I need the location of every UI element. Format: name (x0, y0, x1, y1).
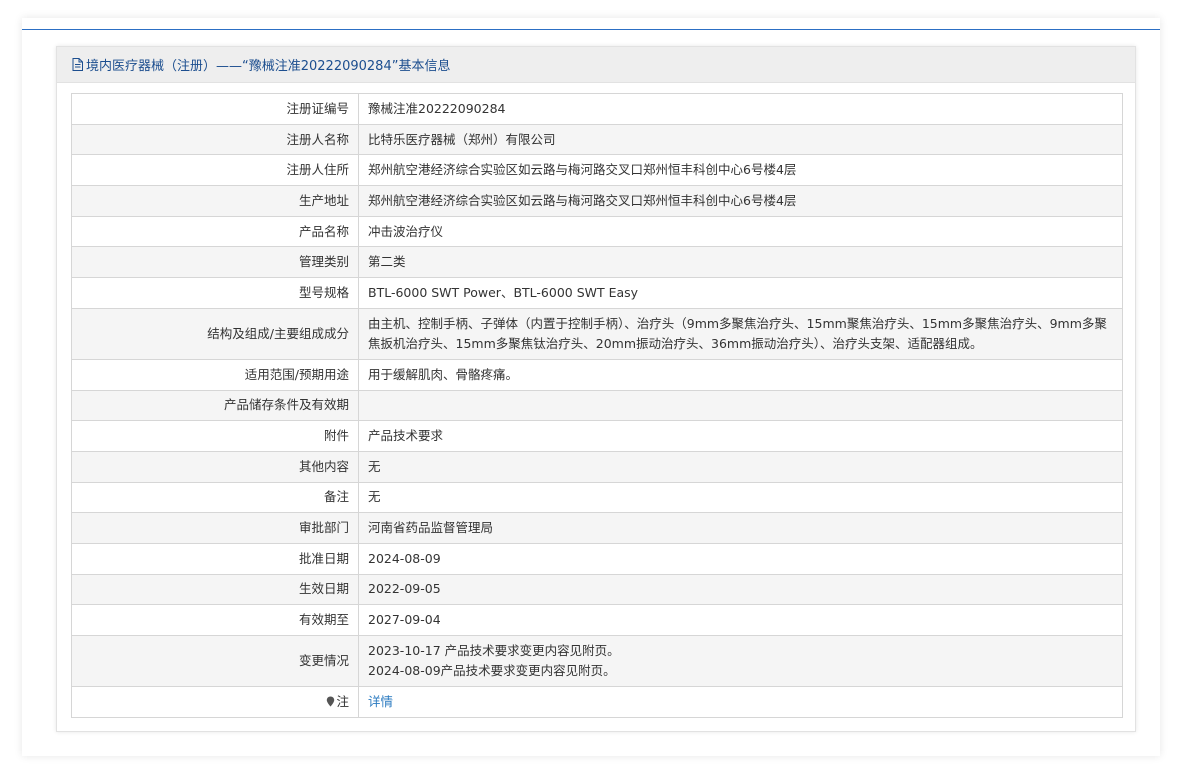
table-row: 有效期至 2027-09-04 (71, 604, 1123, 636)
table-row: 注册证编号 豫械注准20222090284 (71, 93, 1123, 125)
table-row: 批准日期 2024-08-09 (71, 542, 1123, 575)
table-row: 注册人名称 比特乐医疗器械（郑州）有限公司 (71, 123, 1123, 156)
table-row: 备注无 (71, 481, 1123, 514)
pin-icon (326, 693, 335, 707)
table-row: 注册人住所 郑州航空港经济综合实验区如云路与梅河路交叉口郑州恒丰科创中心6号楼4层 (71, 154, 1123, 187)
row-value (358, 389, 1123, 422)
row-value: 2023-10-17 产品技术要求变更内容见附页。 2024-08-09产品技术… (358, 635, 1123, 687)
table-row: 其他内容无 (71, 450, 1123, 483)
table-row: 生产地址 郑州航空港经济综合实验区如云路与梅河路交叉口郑州恒丰科创中心6号楼4层 (71, 185, 1123, 217)
row-value: 无 (358, 450, 1123, 483)
row-value: 第二类 (358, 246, 1123, 279)
row-label: 生效日期 (71, 573, 359, 606)
row-value: 2024-08-09 (358, 542, 1123, 575)
row-value: 河南省药品监督管理局 (358, 512, 1123, 544)
row-value: 产品技术要求 (358, 420, 1123, 452)
details-link[interactable]: 详情 (368, 694, 393, 709)
row-label: 注册人住所 (71, 154, 359, 187)
table-row: 附件 产品技术要求 (71, 420, 1123, 452)
row-label: 管理类别 (71, 246, 359, 279)
row-label: 生产地址 (71, 185, 359, 217)
row-value: 豫械注准20222090284 (358, 93, 1123, 125)
top-accent-line (22, 29, 1160, 30)
row-value: BTL-6000 SWT Power、BTL-6000 SWT Easy (358, 277, 1123, 309)
table-row: 注 详情 (71, 686, 1123, 718)
table-row: 审批部门 河南省药品监督管理局 (71, 512, 1123, 544)
table-row: 管理类别 第二类 (71, 246, 1123, 279)
row-label: 附件 (71, 420, 359, 452)
row-label: 型号规格 (71, 277, 359, 309)
row-value: 2027-09-04 (358, 604, 1123, 636)
row-label: 其他内容 (71, 450, 359, 483)
row-label: 注册人名称 (71, 123, 359, 156)
row-value: 无 (358, 481, 1123, 514)
row-value: 2022-09-05 (358, 573, 1123, 606)
row-label: 注册证编号 (71, 93, 359, 125)
table-row: 产品名称 冲击波治疗仪 (71, 215, 1123, 248)
table-row: 结构及组成/主要组成成分 由主机、控制手柄、子弹体（内置于控制手柄）、治疗头（9m… (71, 307, 1123, 360)
note-label: 注 (336, 693, 349, 709)
row-value: 郑州航空港经济综合实验区如云路与梅河路交叉口郑州恒丰科创中心6号楼4层 (358, 154, 1123, 187)
row-label: 有效期至 (71, 604, 359, 636)
row-label: 变更情况 (71, 635, 359, 687)
row-value: 由主机、控制手柄、子弹体（内置于控制手柄）、治疗头（9mm多聚焦治疗头、15mm… (358, 307, 1123, 360)
row-value: 郑州航空港经济综合实验区如云路与梅河路交叉口郑州恒丰科创中心6号楼4层 (358, 185, 1123, 217)
info-table: 注册证编号 豫械注准20222090284 注册人名称 比特乐医疗器械（郑州）有限公… (71, 93, 1123, 718)
row-label: 适用范围/预期用途 (71, 358, 359, 391)
row-label: 批准日期 (71, 542, 359, 575)
panel-header: 境内医疗器械（注册）——“豫械注准20222090284”基本信息 (57, 47, 1135, 83)
row-label-note: 注 (71, 686, 359, 718)
row-label: 结构及组成/主要组成成分 (71, 307, 359, 360)
row-value: 比特乐医疗器械（郑州）有限公司 (358, 123, 1123, 156)
row-label: 审批部门 (71, 512, 359, 544)
change-record: 2023-10-17 产品技术要求变更内容见附页。 (368, 643, 620, 658)
page-title: 境内医疗器械（注册）——“豫械注准20222090284”基本信息 (86, 59, 451, 74)
table-row: 变更情况 2023-10-17 产品技术要求变更内容见附页。 2024-08-0… (71, 635, 1123, 687)
table-row: 适用范围/预期用途 用于缓解肌肉、骨骼疼痛。 (71, 358, 1123, 391)
row-label: 产品储存条件及有效期 (71, 389, 359, 422)
row-value: 冲击波治疗仪 (358, 215, 1123, 248)
info-panel: 境内医疗器械（注册）——“豫械注准20222090284”基本信息 注册证编号豫… (56, 46, 1136, 732)
row-label: 产品名称 (71, 215, 359, 248)
change-record: 2024-08-09产品技术要求变更内容见附页。 (368, 663, 616, 678)
page-container: 境内医疗器械（注册）——“豫械注准20222090284”基本信息 注册证编号豫… (22, 18, 1160, 756)
row-value: 详情 (358, 686, 1123, 718)
row-value: 用于缓解肌肉、骨骼疼痛。 (358, 358, 1123, 391)
table-row: 生效日期 2022-09-05 (71, 573, 1123, 606)
table-row: 型号规格 BTL-6000 SWT Power、BTL-6000 SWT Easy (71, 277, 1123, 309)
table-row: 产品储存条件及有效期 (71, 389, 1123, 422)
row-label: 备注 (71, 481, 359, 514)
document-icon (72, 58, 83, 71)
